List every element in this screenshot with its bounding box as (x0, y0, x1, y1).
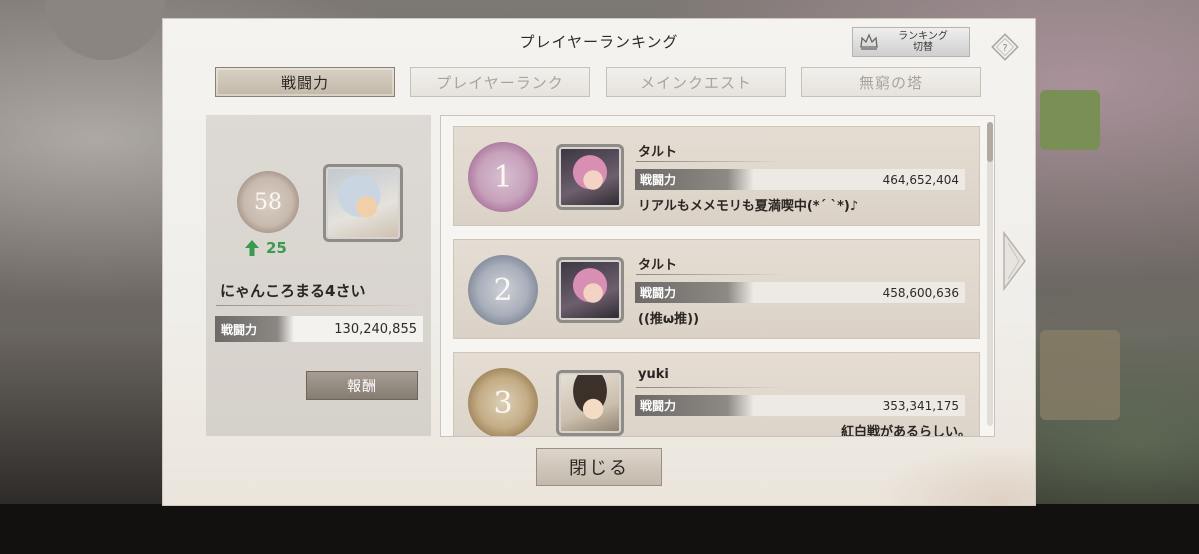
ranking-tabs: 戦闘力 プレイヤーランク メインクエスト 無窮の塔 (215, 67, 981, 99)
background-decoration (1040, 330, 1120, 420)
tab-player-rank[interactable]: プレイヤーランク (410, 67, 590, 97)
player-combat-power: 戦闘力 464,652,404 (635, 169, 965, 190)
background-decoration (1040, 90, 1100, 150)
stat-value: 353,341,175 (882, 398, 959, 413)
tab-endless-tower[interactable]: 無窮の塔 (801, 67, 981, 97)
player-combat-power: 戦闘力 353,341,175 (635, 395, 965, 416)
rank-change: 25 (244, 239, 287, 257)
ranking-list[interactable]: 1 タルト 戦闘力 464,652,404 リアルもメメモリも夏満喫中(*´ `… (440, 115, 995, 437)
stat-value: 458,600,636 (882, 285, 959, 300)
ranking-entry[interactable]: 1 タルト 戦闘力 464,652,404 リアルもメメモリも夏満喫中(*´ `… (453, 126, 980, 226)
svg-text:?: ? (1002, 43, 1007, 54)
ranking-switch-button[interactable]: ランキング 切替 (852, 27, 970, 57)
player-comment: リアルもメメモリも夏満喫中(*´ `*)♪ (638, 199, 859, 214)
divider (636, 387, 786, 388)
tab-combat-power[interactable]: 戦闘力 (215, 67, 395, 97)
chevron-right-icon[interactable] (1001, 231, 1027, 291)
stat-value: 464,652,404 (882, 172, 959, 187)
crown-icon (860, 33, 878, 50)
stat-label: 戦闘力 (640, 286, 677, 300)
tab-main-quest[interactable]: メインクエスト (606, 67, 786, 97)
my-rank-badge: 58 (237, 171, 299, 233)
divider (216, 305, 421, 306)
my-player-name: にゃんころまる4さい (220, 282, 366, 300)
stat-label: 戦闘力 (640, 173, 677, 187)
player-name: タルト (638, 258, 678, 273)
divider (636, 274, 786, 275)
player-avatar[interactable] (556, 257, 624, 323)
arrow-up-icon (245, 240, 259, 256)
list-scrollbar[interactable] (987, 122, 993, 426)
player-avatar[interactable] (556, 370, 624, 436)
stat-label: 戦闘力 (640, 399, 677, 413)
player-comment: 紅白戦があるらしい。 (840, 425, 971, 437)
ranking-dialog: プレイヤーランキング ランキング 切替 ? 戦闘力 プレイヤーランク メインクエ… (163, 19, 1035, 505)
reward-button[interactable]: 報酬 (306, 371, 418, 400)
rank-number: 2 (493, 272, 513, 308)
player-comment: ((推ω推)) (638, 312, 700, 327)
ranking-switch-label: ランキング 切替 (898, 31, 948, 53)
background-footer-strip (0, 504, 1199, 554)
divider (636, 161, 786, 162)
close-button[interactable]: 閉じる (536, 448, 662, 486)
rank-badge: 3 (468, 368, 538, 436)
help-diamond-icon[interactable]: ? (991, 33, 1019, 61)
ranking-entry[interactable]: 3 yuki 戦闘力 353,341,175 紅白戦があるらしい。 (453, 352, 980, 437)
player-name: yuki (638, 367, 669, 382)
scroll-thumb[interactable] (987, 122, 993, 162)
my-combat-power: 戦闘力 130,240,855 (215, 316, 423, 342)
my-ranking-panel: 58 25 にゃんころまる4さい 戦闘力 130,240,855 報酬 (206, 115, 431, 436)
rank-number: 1 (493, 159, 513, 195)
stat-label: 戦闘力 (221, 322, 258, 337)
rank-number: 3 (493, 385, 513, 421)
rank-badge: 1 (468, 142, 538, 212)
rank-badge: 2 (468, 255, 538, 325)
stat-value: 130,240,855 (334, 321, 417, 337)
ranking-entry[interactable]: 2 タルト 戦闘力 458,600,636 ((推ω推)) (453, 239, 980, 339)
my-rank-number: 58 (254, 189, 282, 215)
background-decoration (45, 0, 165, 60)
rank-change-value: 25 (266, 239, 287, 257)
my-avatar[interactable] (323, 164, 403, 242)
player-name: タルト (638, 145, 678, 160)
player-avatar[interactable] (556, 144, 624, 210)
player-combat-power: 戦闘力 458,600,636 (635, 282, 965, 303)
